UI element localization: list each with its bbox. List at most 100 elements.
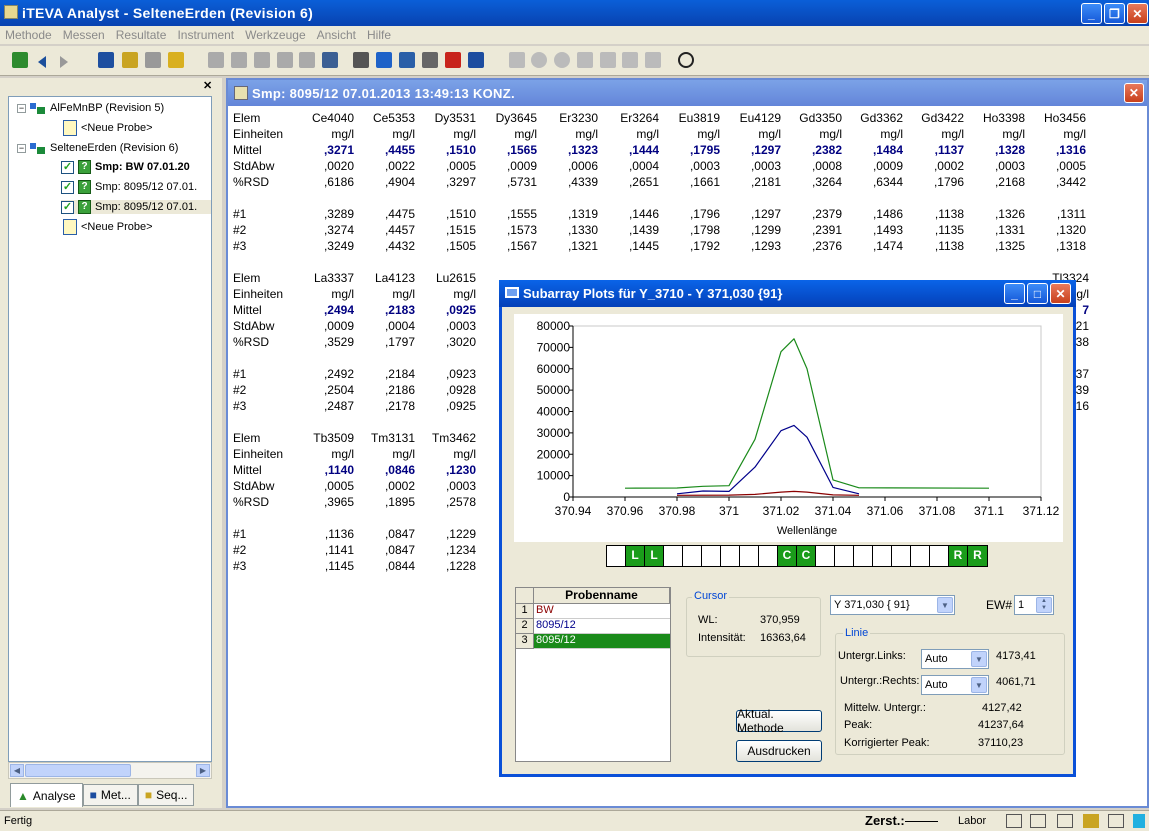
result-cell[interactable]: ,1140	[293, 463, 354, 477]
result-cell[interactable]: ,1796	[903, 175, 964, 189]
results-close-button[interactable]: ✕	[1124, 83, 1144, 103]
tab-sequenz[interactable]: ■ Seq...	[137, 784, 195, 806]
pixel-cell[interactable]: R	[968, 546, 987, 566]
result-cell[interactable]: ,0004	[354, 319, 415, 333]
result-cell[interactable]: ,1138	[903, 207, 964, 221]
tree-hscrollbar[interactable]: ◀ ▶	[8, 762, 212, 779]
result-cell[interactable]: ,0923	[415, 367, 476, 381]
result-cell[interactable]: ,1319	[537, 207, 598, 221]
print-icon[interactable]	[353, 52, 369, 68]
links-select[interactable]: Auto ▼	[921, 649, 989, 669]
checkbox[interactable]: ✓	[61, 180, 74, 194]
checkbox[interactable]: ✓	[61, 160, 74, 174]
result-cell[interactable]: ,1565	[476, 143, 537, 157]
result-cell[interactable]: mg/l	[415, 447, 476, 461]
result-cell[interactable]: ,1505	[415, 239, 476, 253]
result-cell[interactable]: ,3274	[293, 223, 354, 237]
result-cell[interactable]: ,1230	[415, 463, 476, 477]
result-cell[interactable]: ,2379	[781, 207, 842, 221]
result-cell[interactable]: ,3965	[293, 495, 354, 509]
result-cell[interactable]: ,3297	[415, 175, 476, 189]
result-cell[interactable]: Gd3422	[903, 111, 964, 125]
beaker2-icon[interactable]	[231, 52, 247, 68]
result-cell[interactable]: ,1326	[964, 207, 1025, 221]
result-cell[interactable]: Er3264	[598, 111, 659, 125]
result-cell[interactable]: ,2391	[781, 223, 842, 237]
result-cell[interactable]: ,1510	[415, 207, 476, 221]
result-cell[interactable]: ,2651	[598, 175, 659, 189]
result-cell[interactable]: ,1321	[537, 239, 598, 253]
grid-view-icon[interactable]	[622, 52, 638, 68]
result-cell[interactable]: ,2487	[293, 399, 354, 413]
dialog-maximize-button[interactable]: □	[1027, 283, 1048, 304]
result-cell[interactable]: ,0003	[964, 159, 1025, 173]
result-cell[interactable]: ,3289	[293, 207, 354, 221]
pan-icon[interactable]	[577, 52, 593, 68]
result-cell[interactable]: ,1316	[1025, 143, 1086, 157]
result-cell[interactable]: Gd3362	[842, 111, 903, 125]
beaker-icon[interactable]	[208, 52, 224, 68]
pixel-cell[interactable]	[854, 546, 873, 566]
result-cell[interactable]: Ho3456	[1025, 111, 1086, 125]
pixel-cell[interactable]	[816, 546, 835, 566]
tree-item-selteneerden[interactable]: − SelteneErden (Revision 6)	[17, 141, 178, 155]
pixel-cell[interactable]	[607, 546, 626, 566]
pixel-cell[interactable]	[702, 546, 721, 566]
result-cell[interactable]: ,1493	[842, 223, 903, 237]
result-cell[interactable]: ,3020	[415, 335, 476, 349]
result-cell[interactable]: La3337	[293, 271, 354, 285]
result-cell[interactable]: ,1330	[537, 223, 598, 237]
result-cell[interactable]: ,2183	[354, 303, 415, 317]
result-cell[interactable]: ,1325	[964, 239, 1025, 253]
result-cell[interactable]: ,1515	[415, 223, 476, 237]
result-cell[interactable]: ,0005	[415, 159, 476, 173]
pixel-cell[interactable]: C	[797, 546, 816, 566]
result-cell[interactable]: La4123	[354, 271, 415, 285]
tab-analyse[interactable]: ▲ Analyse	[10, 783, 83, 807]
scale-icon[interactable]	[600, 52, 616, 68]
result-cell[interactable]: ,6186	[293, 175, 354, 189]
result-cell[interactable]: ,1320	[1025, 223, 1086, 237]
pixel-cell[interactable]	[835, 546, 854, 566]
result-cell[interactable]: ,3442	[1025, 175, 1086, 189]
result-cell[interactable]: ,0002	[903, 159, 964, 173]
overlay-icon[interactable]	[645, 52, 661, 68]
result-cell[interactable]: ,2168	[964, 175, 1025, 189]
result-cell[interactable]: Tm3462	[415, 431, 476, 445]
result-cell[interactable]: ,1311	[1025, 207, 1086, 221]
warning-icon[interactable]	[168, 52, 184, 68]
pixel-cell[interactable]: R	[949, 546, 968, 566]
result-cell[interactable]: Dy3531	[415, 111, 476, 125]
line-select[interactable]: Y 371,030 { 91} ▼	[830, 595, 955, 615]
result-cell[interactable]: ,1797	[354, 335, 415, 349]
print-button[interactable]: Ausdrucken	[736, 740, 822, 762]
dialog-minimize-button[interactable]: _	[1004, 283, 1025, 304]
pixel-cell[interactable]	[683, 546, 702, 566]
result-cell[interactable]: mg/l	[537, 127, 598, 141]
result-cell[interactable]: Dy3645	[476, 111, 537, 125]
result-cell[interactable]: ,1439	[598, 223, 659, 237]
zoom-out-icon[interactable]	[554, 52, 570, 68]
menu-messen[interactable]: Messen	[58, 28, 111, 42]
pixel-cell[interactable]	[721, 546, 740, 566]
result-cell[interactable]: ,0003	[659, 159, 720, 173]
result-cell[interactable]: ,0847	[354, 527, 415, 541]
ew-stepper[interactable]: 1 ▲ ▼	[1014, 595, 1054, 615]
rechts-select[interactable]: Auto ▼	[921, 675, 989, 695]
minimize-button[interactable]: _	[1081, 3, 1102, 24]
chevron-down-icon[interactable]: ▼	[971, 651, 987, 667]
result-cell[interactable]: mg/l	[354, 287, 415, 301]
collapse-icon[interactable]: −	[17, 103, 26, 113]
result-cell[interactable]: mg/l	[293, 447, 354, 461]
result-cell[interactable]: ,1446	[598, 207, 659, 221]
result-cell[interactable]: ,1331	[964, 223, 1025, 237]
result-cell[interactable]: ,0004	[598, 159, 659, 173]
result-cell[interactable]: ,3249	[293, 239, 354, 253]
pixel-cell[interactable]: L	[645, 546, 664, 566]
result-cell[interactable]: mg/l	[476, 127, 537, 141]
pixel-cell[interactable]	[892, 546, 911, 566]
result-cell[interactable]: ,1796	[659, 207, 720, 221]
result-cell[interactable]: Eu3819	[659, 111, 720, 125]
pixel-cell[interactable]	[759, 546, 778, 566]
result-cell[interactable]: ,4455	[354, 143, 415, 157]
